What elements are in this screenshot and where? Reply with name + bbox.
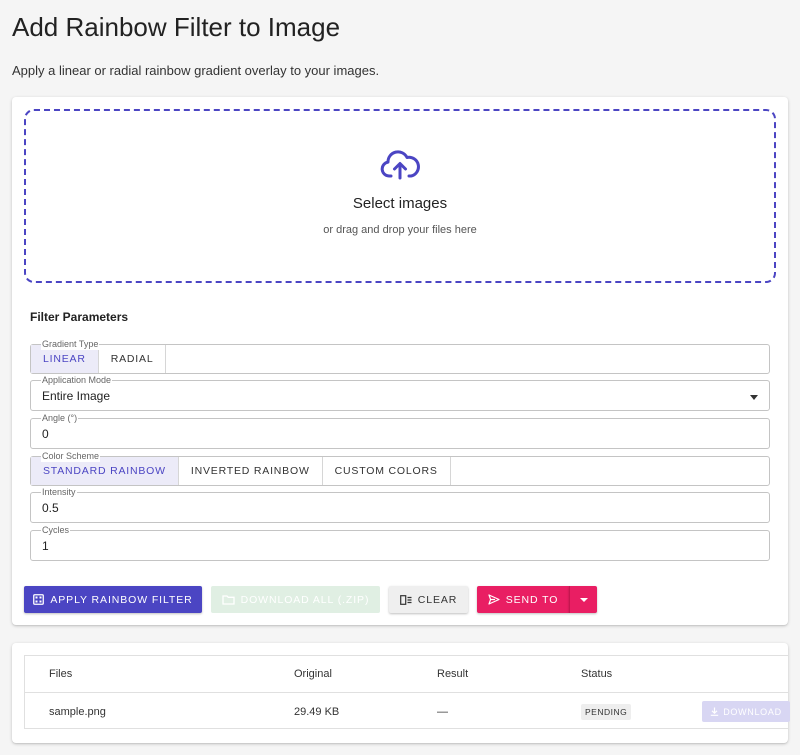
page-subtitle: Apply a linear or radial rainbow gradien… bbox=[12, 63, 380, 78]
angle-value: 0 bbox=[42, 427, 49, 441]
send-to-label: SEND TO bbox=[505, 593, 559, 606]
apply-rainbow-filter-label: APPLY RAINBOW FILTER bbox=[50, 593, 193, 606]
filter-parameters-title: Filter Parameters bbox=[30, 310, 129, 324]
header-result: Result bbox=[437, 668, 469, 680]
cycles-value: 1 bbox=[42, 539, 49, 553]
intensity-label: Intensity bbox=[41, 486, 77, 498]
file-name: sample.png bbox=[49, 705, 106, 718]
send-to-button[interactable]: SEND TO bbox=[477, 586, 569, 613]
table-header: Files Original Result Status bbox=[25, 656, 788, 693]
angle-label: Angle (°) bbox=[41, 412, 79, 424]
send-to-menu-button[interactable] bbox=[569, 586, 597, 613]
files-table: Files Original Result Status sample.png … bbox=[24, 655, 790, 730]
main-card: Select images or drag and drop your file… bbox=[12, 97, 788, 625]
caret-down-icon bbox=[750, 395, 758, 400]
file-result: — bbox=[437, 705, 448, 718]
image-dropzone[interactable]: Select images or drag and drop your file… bbox=[24, 109, 776, 283]
clear-label: CLEAR bbox=[417, 593, 458, 606]
gradient-type-label: Gradient Type bbox=[41, 338, 100, 350]
color-scheme-label: Color Scheme bbox=[41, 450, 101, 462]
intensity-value: 0.5 bbox=[42, 501, 59, 515]
application-mode-label: Application Mode bbox=[41, 374, 113, 386]
dropzone-subtitle: or drag and drop your files here bbox=[323, 223, 477, 236]
table-row: sample.png 29.49 KB — PENDING DOWNLOAD bbox=[25, 693, 790, 730]
clear-button[interactable]: CLEAR bbox=[389, 586, 468, 613]
image-filter-icon bbox=[33, 594, 45, 605]
file-status: PENDING bbox=[581, 693, 632, 730]
application-mode-select[interactable]: Application Mode Entire Image bbox=[30, 374, 770, 411]
page-title: Add Rainbow Filter to Image bbox=[12, 12, 341, 42]
color-scheme-group: STANDARD RAINBOW INVERTED RAINBOW CUSTOM… bbox=[30, 450, 770, 486]
file-original-size: 29.49 KB bbox=[294, 705, 340, 718]
apply-rainbow-filter-button[interactable]: APPLY RAINBOW FILTER bbox=[24, 586, 202, 613]
angle-field[interactable]: Angle (°) 0 bbox=[30, 412, 770, 449]
download-all-zip-label: DOWNLOAD ALL (.ZIP) bbox=[240, 593, 370, 606]
cloud-upload-icon bbox=[380, 149, 420, 179]
color-scheme-custom[interactable]: CUSTOM COLORS bbox=[323, 457, 451, 485]
row-download-button[interactable]: DOWNLOAD bbox=[702, 701, 790, 722]
send-icon bbox=[488, 594, 500, 605]
intensity-field[interactable]: Intensity 0.5 bbox=[30, 486, 770, 523]
cycles-field[interactable]: Cycles 1 bbox=[30, 524, 770, 561]
files-card: Files Original Result Status sample.png … bbox=[12, 643, 790, 743]
header-status: Status bbox=[581, 668, 613, 680]
status-badge: PENDING bbox=[581, 703, 632, 720]
cycles-label: Cycles bbox=[41, 524, 71, 536]
header-files: Files bbox=[49, 668, 73, 680]
application-mode-value: Entire Image bbox=[42, 389, 111, 403]
color-scheme-inverted[interactable]: INVERTED RAINBOW bbox=[179, 457, 323, 485]
dropzone-title: Select images bbox=[352, 194, 448, 212]
caret-down-icon bbox=[579, 597, 588, 602]
gradient-type-radial[interactable]: RADIAL bbox=[99, 345, 167, 373]
download-icon bbox=[710, 707, 719, 716]
header-original: Original bbox=[294, 668, 332, 680]
clear-all-icon bbox=[399, 594, 412, 605]
row-download-label: DOWNLOAD bbox=[723, 706, 782, 717]
folder-zip-icon bbox=[221, 595, 235, 605]
gradient-type-group: LINEAR RADIAL Gradient Type bbox=[30, 338, 770, 374]
download-all-zip-button[interactable]: DOWNLOAD ALL (.ZIP) bbox=[211, 586, 380, 613]
